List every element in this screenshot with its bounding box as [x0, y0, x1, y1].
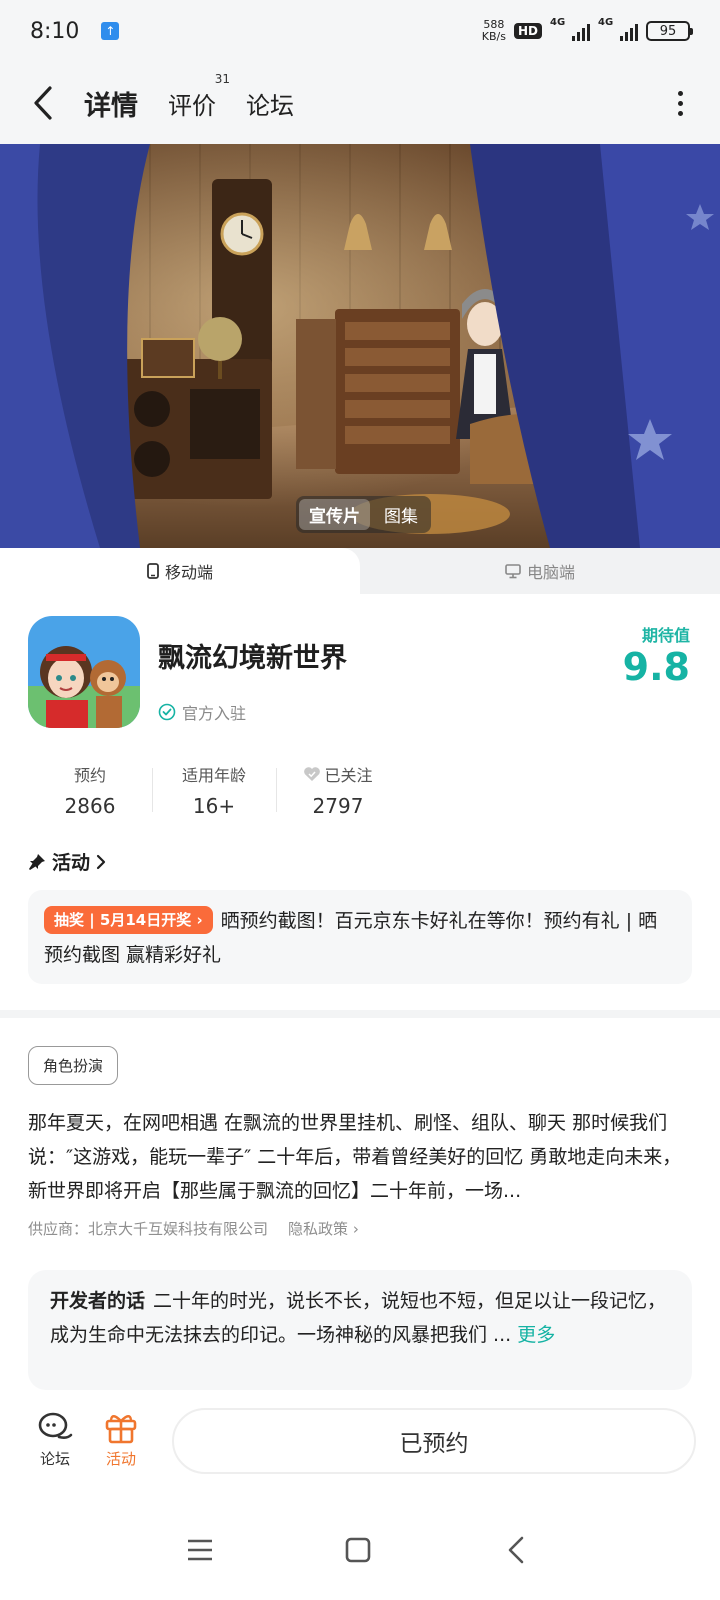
stat-label: 已关注	[324, 766, 373, 785]
more-options-button[interactable]	[668, 83, 692, 123]
supplier-row: 供应商：北京大千互娱科技有限公司 隐私政策 ›	[28, 1218, 359, 1239]
gift-icon	[105, 1415, 137, 1444]
activity-button[interactable]: 活动	[91, 1408, 151, 1469]
promo-video-thumbnail	[0, 144, 720, 548]
status-bar: 8:10 ↑ 588 KB/s HD 4G 4G 95	[0, 0, 720, 62]
expectation-score: 期待值 9.8	[623, 622, 690, 688]
privacy-policy-link[interactable]: 隐私政策 ›	[288, 1218, 359, 1239]
tab-pc-label: 电脑端	[526, 563, 575, 582]
phone-icon	[147, 563, 159, 579]
status-time: 8:10	[30, 18, 80, 44]
tab-details[interactable]: 详情	[81, 84, 141, 123]
bottom-action-bar: 论坛 活动 已预约	[0, 1392, 720, 1492]
official-badge: 官方入驻	[158, 700, 246, 724]
stats-row: 预约 2866 适用年龄 16+ 已关注 2797	[28, 762, 400, 818]
forum-label: 论坛	[39, 1450, 70, 1468]
media-type-switch: 宣传片 图集	[296, 496, 431, 533]
activity-label: 活动	[105, 1450, 136, 1468]
notification-upload-icon: ↑	[101, 22, 120, 40]
menu-button[interactable]	[180, 1530, 220, 1570]
stat-value: 16+	[192, 794, 236, 818]
stat-label: 预约	[73, 766, 106, 785]
chevron-right-icon: ›	[196, 911, 203, 929]
platform-tabs: 移动端 电脑端	[0, 548, 720, 594]
verified-check-icon	[158, 703, 176, 721]
hero-media[interactable]: 宣传片 图集	[0, 144, 720, 548]
hd-voice-badge: HD	[513, 23, 542, 39]
activity-card[interactable]: 抽奖 | 5月14日开奖 › 晒预约截图！百元京东卡好礼在等你！预约有礼 | 晒预…	[28, 890, 692, 984]
stat-value: 2866	[64, 794, 116, 818]
stat-follow[interactable]: 已关注 2797	[276, 762, 400, 818]
status-indicators: 588 KB/s HD 4G 4G 95	[482, 17, 693, 43]
tab-mobile[interactable]: 移动端	[0, 548, 360, 594]
tab-details-label: 详情	[84, 90, 138, 122]
supplier-info: 供应商：北京大千互娱科技有限公司	[28, 1220, 269, 1238]
genre-tag[interactable]: 角色扮演	[28, 1046, 119, 1085]
activity-section-header[interactable]: 活动	[28, 848, 106, 875]
official-label: 官方入驻	[182, 704, 247, 723]
section-divider	[0, 1010, 720, 1018]
pin-icon	[29, 853, 45, 870]
home-button[interactable]	[338, 1530, 378, 1570]
reserved-button[interactable]: 已预约	[172, 1408, 696, 1474]
signal-type-label-2: 4G	[598, 17, 614, 28]
battery-level: 95	[659, 23, 677, 39]
app-icon	[28, 616, 140, 728]
tab-mobile-label: 移动端	[164, 563, 213, 582]
follow-label-row: 已关注	[276, 762, 400, 786]
monitor-icon	[505, 564, 521, 579]
tab-pc[interactable]: 电脑端	[360, 548, 720, 594]
lottery-badge-label: 抽奖 | 5月14日开奖	[54, 911, 192, 929]
home-square-icon	[345, 1537, 371, 1563]
forum-button[interactable]: 论坛	[25, 1408, 85, 1469]
system-navigation-bar	[0, 1492, 720, 1600]
tab-forum[interactable]: 论坛	[246, 86, 294, 121]
more-link[interactable]: 更多	[517, 1324, 555, 1346]
developer-note-card[interactable]: 开发者的话 二十年的时光，说长不长，说短也不短，但足以让一段记忆，成为生命中无法抹…	[28, 1270, 692, 1390]
nav-header: 详情 评价 31 论坛	[0, 62, 720, 144]
signal-strength-icon-2: 4G	[598, 17, 638, 41]
back-triangle-icon	[508, 1536, 524, 1564]
stat-value: 2797	[312, 794, 364, 818]
lottery-badge: 抽奖 | 5月14日开奖 ›	[44, 906, 213, 934]
expectation-label: 期待值	[641, 626, 690, 645]
stat-label: 适用年龄	[181, 766, 246, 785]
tab-forum-label: 论坛	[246, 91, 294, 120]
back-arrow-icon	[34, 86, 52, 120]
network-speed-unit: KB/s	[481, 30, 506, 43]
tab-reviews[interactable]: 评价 31	[168, 72, 230, 121]
reviews-count-badge: 31	[214, 71, 230, 86]
chat-bubbles-icon	[38, 1412, 73, 1439]
activity-title: 活动	[52, 852, 91, 874]
system-back-button[interactable]	[496, 1530, 536, 1570]
tab-promo-video[interactable]: 宣传片	[299, 499, 370, 530]
back-button[interactable]	[28, 83, 58, 123]
signal-strength-icon: 4G	[550, 17, 590, 41]
tab-reviews-label: 评价	[168, 91, 216, 120]
app-name: 飘流幻境新世界	[158, 643, 347, 674]
tab-gallery[interactable]: 图集	[374, 499, 428, 530]
chevron-right-icon	[96, 854, 106, 869]
privacy-policy-label: 隐私政策	[288, 1220, 349, 1238]
heart-icon	[304, 767, 321, 781]
game-description[interactable]: 那年夏天，在网吧相遇 在飘流的世界里挂机、刷怪、组队、聊天 那时候我们说：″这游…	[28, 1106, 694, 1208]
battery-icon: 95	[646, 21, 693, 41]
expectation-value: 9.8	[622, 645, 690, 689]
menu-icon	[188, 1539, 212, 1561]
chevron-right-icon: ›	[352, 1220, 359, 1238]
network-speed: 588 KB/s	[482, 19, 506, 43]
signal-type-label: 4G	[550, 17, 566, 28]
stat-age-rating: 适用年龄 16+	[152, 762, 276, 818]
developer-note-title: 开发者的话	[50, 1290, 146, 1312]
stat-reservations: 预约 2866	[28, 762, 152, 818]
